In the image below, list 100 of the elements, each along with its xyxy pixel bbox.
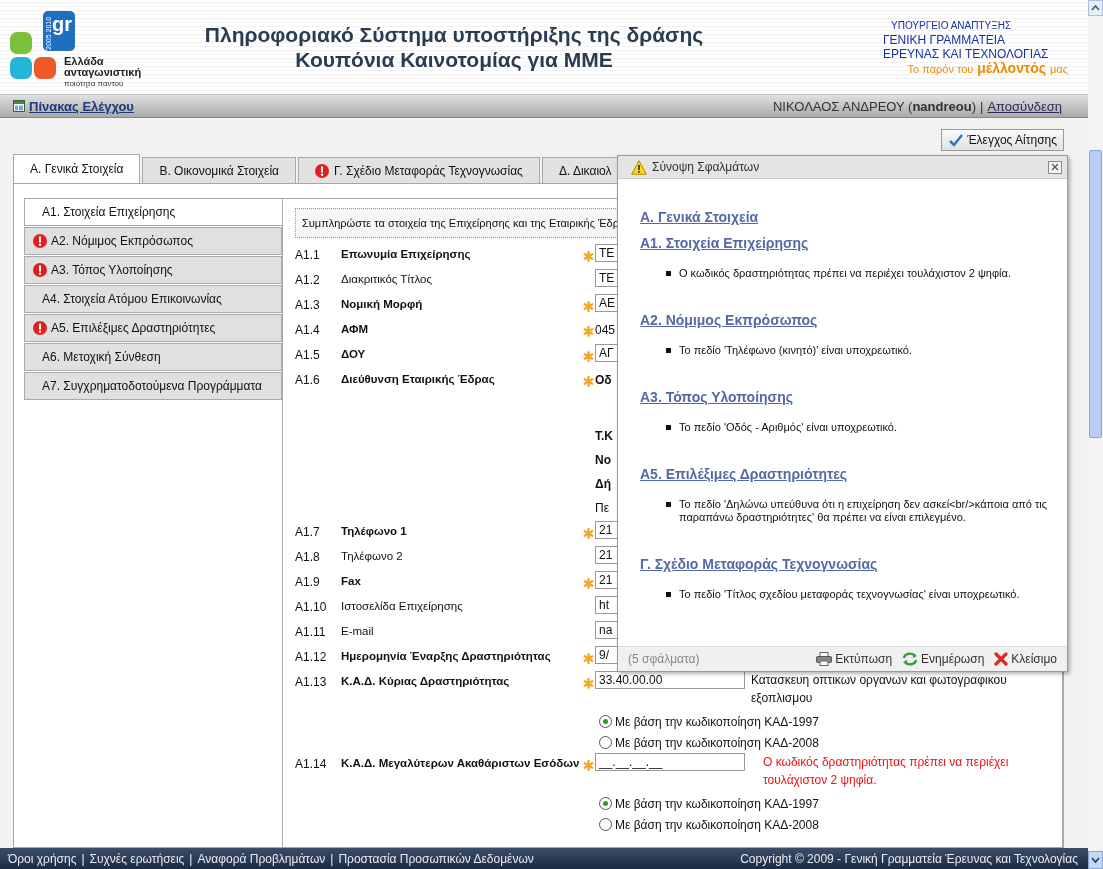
address-label: Νο bbox=[595, 452, 611, 469]
tab[interactable]: Β. Οικονομικά Στοιχεία bbox=[142, 157, 297, 183]
activity-description: Κατασκευη οπτικων οργανων και φωτογραφικου εξοπλισμου bbox=[751, 672, 1008, 707]
input-field[interactable]: __.__.__.__ bbox=[595, 753, 745, 771]
field-number: Α1.7 bbox=[295, 524, 321, 539]
site-title: Πληροφοριακό Σύστημα υποστήριξης της δράσης bbox=[204, 22, 704, 47]
separator-text: | bbox=[330, 851, 334, 866]
sidebar-item[interactable]: Α2. Νόμιμος Εκπρόσωπος bbox=[24, 227, 282, 255]
radio-label: Με βάση την κωδικοποίηση ΚΑΔ-1997 bbox=[615, 714, 819, 729]
field-number: Α1.2 bbox=[295, 272, 321, 287]
sidebar-item[interactable]: Α7. Συγχρηματοδοτούμενα Προγράμματα bbox=[24, 372, 282, 400]
field-label: ΔΟΥ bbox=[341, 347, 367, 360]
tab[interactable]: Γ. Σχέδιο Μεταφοράς Τεχνογνωσίας bbox=[298, 157, 540, 183]
close-icon bbox=[994, 652, 1009, 666]
field-number: Α1.10 bbox=[295, 599, 328, 614]
section-link[interactable]: Α1. Στοιχεία Επιχείρησης bbox=[640, 235, 1057, 251]
warning-icon bbox=[631, 159, 647, 175]
bullet-icon bbox=[666, 271, 671, 276]
field-number: Α1.4 bbox=[295, 322, 321, 337]
sidebar-item[interactable]: Α4. Στοιχεία Ατόμου Επικοινωνίας bbox=[24, 285, 282, 313]
scroll-down-icon[interactable] bbox=[1088, 851, 1103, 869]
ministry-name: ΕΡΕΥΝΑΣ ΚΑΙ ΤΕΧΝΟΛΟΓΙΑΣ bbox=[883, 46, 1049, 61]
scroll-thumb[interactable] bbox=[1089, 150, 1102, 438]
section-link[interactable]: Α2. Νόμιμος Εκπρόσωπος bbox=[640, 312, 1057, 328]
ministry-name: ΥΠΟΥΡΓΕΙΟ ΑΝΑΠΤΥΞΗΣ bbox=[890, 18, 1012, 33]
logo-text: ανταγωνιστική bbox=[64, 67, 142, 78]
logo-mark: gr bbox=[52, 13, 72, 35]
radio-button[interactable] bbox=[599, 797, 612, 810]
field-label: Τηλέφωνο 1 bbox=[341, 524, 408, 537]
address-label: Δή bbox=[595, 476, 611, 493]
field-number: Α1.14 bbox=[295, 756, 328, 771]
field-number: Α1.6 bbox=[295, 372, 321, 387]
check-application-button[interactable]: Έλεγχος Αίτησης bbox=[941, 129, 1064, 151]
logo-tagline: ποιότητα παντού bbox=[64, 78, 125, 89]
separator-text: | bbox=[980, 98, 984, 114]
dialog-title: Σύνοψη Σφαλμάτων bbox=[652, 160, 761, 174]
site-title: Κουπόνια Καινοτομίας για ΜΜΕ bbox=[295, 47, 613, 72]
field-label: E-mail bbox=[341, 624, 375, 637]
error-message: Ο κωδικός δραστηριότητας πρέπει να περιέχει τουλάχιστον 2 ψηφία. bbox=[679, 267, 1011, 280]
sidebar-item[interactable]: Α3. Τόπος Υλοποίησης bbox=[24, 256, 282, 284]
dashboard-link[interactable]: Πίνακας Ελέγχου bbox=[29, 98, 134, 114]
sidebar-item[interactable]: Α6. Μετοχική Σύνθεση bbox=[24, 343, 282, 371]
slogan-text: μας bbox=[1050, 61, 1068, 76]
ministry-name: ΓΕΝΙΚΗ ΓΡΑΜΜΑΤΕΙΑ bbox=[883, 32, 1006, 47]
field-number: Α1.11 bbox=[295, 624, 327, 639]
address-label: Πε bbox=[595, 500, 609, 517]
error-message: Το πεδίο 'Δηλώνω υπεύθυνα ότι η επιχείρηση δεν ασκεί<br/>κάποια από τις παραπάνω δραστηριότητες' θα πρέπει να είναι επιλεγμένο. bbox=[679, 498, 1049, 524]
close-button[interactable] bbox=[1048, 160, 1062, 174]
footer-link[interactable]: Όροι χρήσης bbox=[8, 851, 77, 866]
error-message: Ο κωδικός δραστηριότητας πρέπει να περιέχει τουλάχιστον 2 ψηφία. bbox=[763, 754, 1010, 789]
footer-link[interactable]: Προστασία Προσωπικών Δεδομένων bbox=[338, 851, 534, 866]
field-label: Fax bbox=[341, 574, 362, 587]
field-label: Επωνυμία Επιχείρησης bbox=[341, 247, 472, 260]
field-label: Κ.Α.Δ. Μεγαλύτερων Ακαθάριστων Εσόδων bbox=[341, 756, 581, 769]
field-label: Ημερομηνία Έναρξης Δραστηριότητας bbox=[341, 649, 552, 662]
logout-link[interactable]: Αποσύνδεση bbox=[987, 98, 1062, 114]
logo-text: Ελλάδα bbox=[64, 56, 105, 67]
radio-label: Με βάση την κωδικοποίηση ΚΑΔ-1997 bbox=[615, 796, 819, 811]
field-label: Διακριτικός Τίτλος bbox=[341, 272, 433, 285]
address-label: Τ.Κ bbox=[595, 428, 613, 445]
section-link[interactable]: Α. Γενικά Στοιχεία bbox=[640, 209, 1057, 225]
field-number: Α1.5 bbox=[295, 347, 321, 362]
scrollbar[interactable] bbox=[1088, 0, 1103, 869]
bullet-icon bbox=[666, 502, 671, 507]
separator-text: | bbox=[81, 851, 85, 866]
error-message: Το πεδίο 'Τηλέφωνο (κινητό)' είναι υποχρεωτικό. bbox=[679, 344, 913, 357]
field-label: Νομική Μορφή bbox=[341, 297, 424, 310]
sidebar-item[interactable]: Α1. Στοιχεία Επιχείρησης bbox=[24, 198, 282, 226]
field-number: Α1.13 bbox=[295, 674, 328, 689]
radio-button[interactable] bbox=[599, 818, 612, 831]
slogan-text: μέλλοντός bbox=[977, 60, 1046, 75]
field-label: Διεύθυνση Εταιρικής Έδρας bbox=[341, 372, 496, 385]
scroll-up-icon[interactable] bbox=[1088, 0, 1103, 16]
footer-link[interactable]: Αναφορά Προβλημάτων bbox=[197, 851, 326, 866]
bullet-icon bbox=[666, 425, 671, 430]
tab[interactable]: Α. Γενικά Στοιχεία bbox=[13, 154, 141, 183]
printer-icon bbox=[816, 652, 833, 666]
bullet-icon bbox=[666, 348, 671, 353]
radio-button[interactable] bbox=[599, 736, 612, 749]
radio-button[interactable] bbox=[599, 715, 612, 728]
address-label: Οδ bbox=[595, 372, 612, 389]
section-link[interactable]: Γ. Σχέδιο Μεταφοράς Τεχνογνωσίας bbox=[640, 556, 1057, 572]
field-value: 045 bbox=[595, 322, 616, 337]
section-link[interactable]: Α3. Τόπος Υλοποίησης bbox=[640, 389, 1057, 405]
bullet-icon bbox=[666, 592, 671, 597]
input-field[interactable]: 33.40.00.00 bbox=[595, 671, 745, 689]
user-name: ΝΙΚΟΛΑΟΣ ΑΝΔΡΕΟΥ (nandreou) bbox=[773, 98, 976, 114]
refresh-button[interactable]: Ενημέρωση bbox=[902, 652, 985, 666]
print-button[interactable]: Εκτύπωση bbox=[816, 652, 893, 666]
error-count: (5 σφάλματα) bbox=[628, 652, 700, 666]
field-number: Α1.12 bbox=[295, 649, 328, 664]
sidebar-item[interactable]: Α5. Επιλέξιμες Δραστηριότητες bbox=[24, 314, 282, 342]
error-message: Το πεδίο 'Τίτλος σχεδίου μεταφοράς τεχνογνωσίας' είναι υποχρεωτικό. bbox=[679, 588, 1020, 601]
field-label: ΑΦΜ bbox=[341, 322, 369, 335]
footer-link[interactable]: Συχνές ερωτήσεις bbox=[89, 851, 185, 866]
radio-label: Με βάση την κωδικοποίηση ΚΑΔ-2008 bbox=[615, 817, 819, 832]
section-link[interactable]: Α5. Επιλέξιμες Δραστηριότητες bbox=[640, 466, 1057, 482]
copyright-text: Copyright © 2009 - Γενική Γραμματεία Έρευνας και Τεχνολογίας bbox=[740, 851, 1078, 866]
field-number: Α1.3 bbox=[295, 297, 321, 312]
close-button[interactable]: Κλείσιμο bbox=[994, 652, 1057, 666]
